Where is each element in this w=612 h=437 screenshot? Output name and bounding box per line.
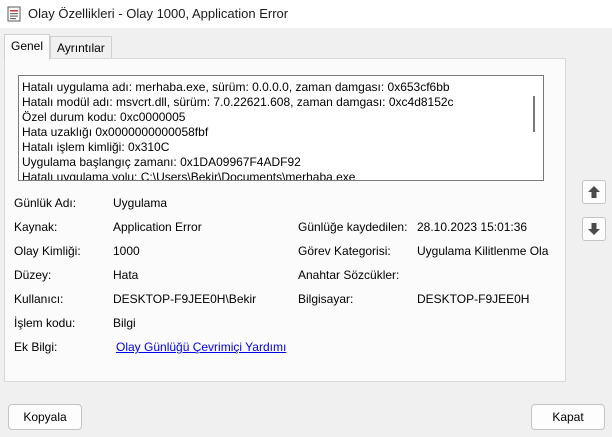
description-line: Hatalı uygulama adı: merhaba.exe, sürüm:…: [22, 80, 450, 94]
log-name-value: Uygulama: [113, 196, 168, 210]
computer-label: Bilgisayar:: [298, 292, 354, 306]
window-title: Olay Özellikleri - Olay 1000, Applicatio…: [28, 6, 289, 21]
event-viewer-icon: [7, 6, 21, 22]
description-line: Hatalı işlem kimliği: 0x310C: [22, 140, 170, 154]
event-id-value: 1000: [113, 244, 140, 258]
description-line: Uygulama başlangıç zamanı: 0x1DA09967F4A…: [22, 155, 301, 169]
level-value: Hata: [113, 268, 139, 282]
tab-general[interactable]: Genel: [4, 34, 51, 60]
level-label: Düzey:: [14, 268, 52, 282]
opcode-label: İşlem kodu:: [14, 316, 76, 330]
general-panel: Hatalı uygulama adı: merhaba.exe, sürüm:…: [4, 58, 566, 382]
description-line: Özel durum kodu: 0xc0000005: [22, 110, 186, 124]
description-line: Hatalı modül adı: msvcrt.dll, sürüm: 7.0…: [22, 95, 454, 109]
description-line: Hata uzaklığı 0x0000000000058fbf: [22, 125, 209, 139]
event-description-text: Hatalı uygulama adı: merhaba.exe, sürüm:…: [22, 80, 527, 181]
source-label: Kaynak:: [14, 220, 58, 234]
description-scrollbar[interactable]: [533, 96, 535, 132]
keywords-label: Anahtar Sözcükler:: [298, 268, 400, 282]
tab-details[interactable]: Ayrıntılar: [50, 36, 112, 59]
log-name-label: Günlük Adı:: [14, 196, 77, 210]
previous-event-button[interactable]: [582, 180, 606, 204]
source-value: Application Error: [113, 220, 202, 234]
online-help-link[interactable]: Olay Günlüğü Çevrimiçi Yardımı: [116, 340, 286, 354]
event-id-label: Olay Kimliği:: [14, 244, 81, 258]
logged-label: Günlüğe kaydedilen:: [298, 220, 408, 234]
close-button[interactable]: Kapat: [531, 404, 605, 430]
computer-value: DESKTOP-F9JEE0H: [417, 292, 530, 306]
tab-bar: Genel Ayrıntılar: [0, 34, 612, 60]
task-category-label: Görev Kategorisi:: [298, 244, 391, 258]
user-label: Kullanıcı:: [14, 292, 64, 306]
logged-value: 28.10.2023 15:01:36: [417, 220, 528, 234]
copy-button[interactable]: Kopyala: [8, 404, 82, 430]
task-category-value: Uygulama Kilitlenme Ola: [417, 244, 549, 258]
opcode-value: Bilgi: [113, 316, 136, 330]
event-description-box[interactable]: Hatalı uygulama adı: merhaba.exe, sürüm:…: [18, 75, 544, 181]
description-line: Hatalı uygulama yolu: C:\Users\Bekir\Doc…: [22, 170, 356, 181]
title-bar: Olay Özellikleri - Olay 1000, Applicatio…: [0, 0, 612, 28]
next-event-button[interactable]: [582, 217, 606, 241]
user-value: DESKTOP-F9JEE0H\Bekir: [113, 292, 257, 306]
arrow-down-icon: [588, 223, 600, 235]
arrow-up-icon: [588, 186, 600, 198]
more-info-label: Ek Bilgi:: [14, 340, 58, 354]
